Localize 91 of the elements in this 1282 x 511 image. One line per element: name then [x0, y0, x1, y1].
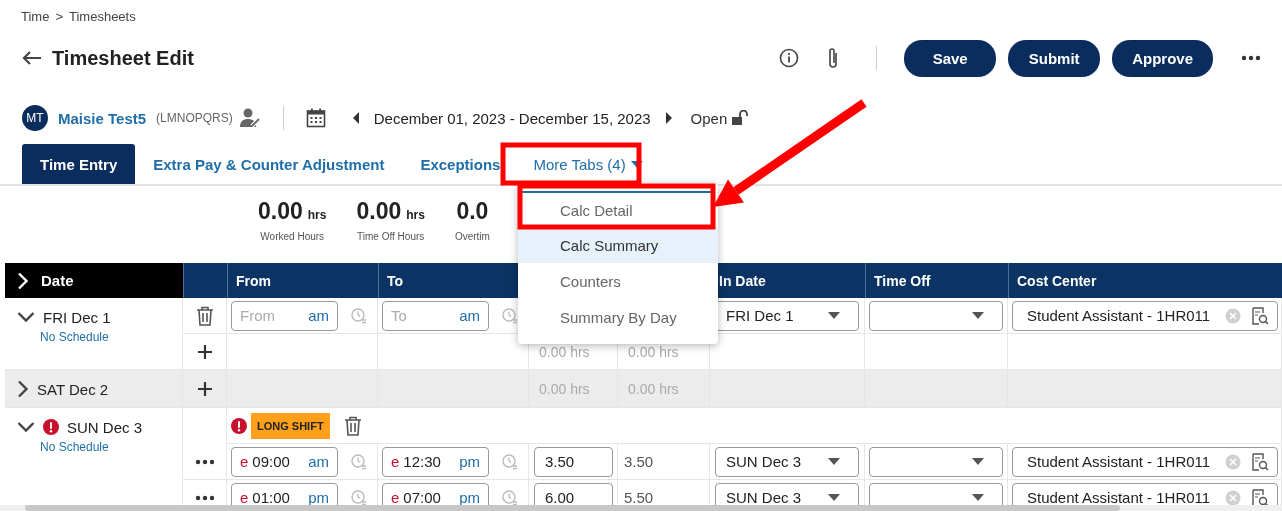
alert-icon — [231, 417, 247, 434]
avatar: MT — [22, 105, 48, 131]
meridiem-toggle[interactable]: pm — [459, 489, 480, 506]
date-select[interactable]: SUN Dec 3 — [715, 446, 859, 477]
more-icon[interactable] — [194, 494, 215, 501]
employee-code: (LMNOPQRS) — [156, 111, 233, 125]
expand-all-icon[interactable] — [17, 271, 29, 290]
caret-icon — [972, 458, 984, 465]
total-label: Time Off Hours — [357, 231, 425, 242]
calendar-icon[interactable] — [305, 108, 326, 128]
breadcrumb-link[interactable]: Time — [21, 8, 50, 24]
menu-item[interactable]: Counters — [518, 263, 718, 299]
caret-icon — [972, 312, 984, 319]
hours-total: 0.00 hrs — [538, 343, 590, 360]
lookup-icon[interactable] — [1251, 452, 1269, 471]
caret-icon — [828, 312, 840, 319]
trash-icon[interactable] — [343, 415, 362, 436]
chevron-right-icon[interactable] — [17, 380, 29, 398]
tab[interactable]: Time Entry — [22, 144, 136, 184]
time-field[interactable]: To am — [382, 300, 489, 331]
tab[interactable]: Extra Pay & Counter Adjustment — [135, 144, 403, 184]
column-header: Cost Center — [1017, 272, 1097, 289]
time-field[interactable]: e 12:30 pm — [382, 446, 489, 477]
time-field[interactable]: From am — [231, 300, 338, 331]
meridiem-toggle[interactable]: am — [308, 453, 329, 470]
paid-hours: 3.50 — [623, 453, 654, 470]
paid-hours: 5.50 — [623, 489, 654, 506]
status-label: Open — [690, 109, 728, 127]
pay-period: December 01, 2023 - December 15, 2023 — [373, 109, 651, 127]
total-label: Overtim — [454, 231, 490, 242]
paperclip-icon[interactable] — [827, 47, 840, 69]
meridiem-toggle[interactable]: am — [459, 307, 480, 324]
cost-center-field[interactable]: Student Assistant - 1HR011 — [1012, 446, 1278, 477]
person-link-icon[interactable] — [238, 107, 261, 129]
day-label: FRI Dec 1 — [43, 308, 111, 326]
column-header: To — [387, 272, 404, 289]
total-label: Worked Hours — [260, 231, 325, 242]
action-button[interactable]: Submit — [1008, 39, 1101, 77]
day-label: SUN Dec 3 — [67, 418, 143, 436]
date-select[interactable]: FRI Dec 1 — [715, 300, 859, 331]
cost-center-field[interactable]: Student Assistant - 1HR011 — [1012, 300, 1278, 331]
error-mark: e — [391, 453, 400, 470]
error-mark: e — [391, 489, 400, 506]
hours-field[interactable]: 3.50 — [534, 446, 613, 477]
breadcrumb-separator: > — [55, 8, 63, 24]
column-header[interactable]: Date — [5, 263, 183, 298]
chevron-down-icon[interactable] — [17, 421, 35, 433]
horizontal-scrollbar[interactable] — [0, 505, 1282, 511]
previous-period-icon[interactable] — [351, 112, 360, 124]
hours-total: 0.00 hrs — [627, 343, 679, 360]
unlocked-icon — [731, 110, 750, 126]
caret-icon — [972, 494, 984, 501]
info-icon[interactable] — [779, 48, 800, 68]
caret-icon — [828, 494, 840, 501]
lookup-icon[interactable] — [1251, 306, 1269, 325]
more-icon[interactable] — [1241, 55, 1261, 61]
page-title: Timesheet Edit — [52, 46, 195, 70]
employee-link[interactable]: Maisie Test5 — [58, 109, 147, 127]
action-button[interactable]: Approve — [1112, 39, 1213, 77]
action-button[interactable]: Save — [904, 39, 997, 77]
back-arrow-icon[interactable] — [22, 50, 42, 66]
more-icon[interactable] — [194, 458, 215, 465]
column-header: From — [236, 272, 271, 289]
caret-icon — [630, 160, 643, 168]
chevron-down-icon[interactable] — [17, 311, 35, 323]
meridiem-toggle[interactable]: pm — [308, 489, 329, 506]
column-header: In Date — [719, 272, 766, 289]
plus-icon[interactable] — [197, 344, 212, 359]
hours-total: 0.00 hrs — [538, 380, 590, 397]
caret-icon — [828, 458, 840, 465]
hours-total: 0.00 hrs — [627, 380, 679, 397]
plus-icon[interactable] — [197, 381, 212, 396]
schedule-link[interactable]: No Schedule — [40, 440, 182, 454]
lookup-icon[interactable] — [1251, 488, 1269, 507]
total-value: 0.00 hrs — [356, 198, 425, 225]
time-field[interactable]: e 09:00 am — [231, 446, 338, 477]
tab[interactable]: Exceptions — [402, 144, 519, 184]
warning-badge: LONG SHIFT — [251, 412, 330, 439]
error-mark: e — [240, 453, 249, 470]
trash-icon[interactable] — [195, 305, 214, 326]
total-value: 0.00 hrs — [258, 198, 327, 225]
column-header: Time Off — [874, 272, 931, 289]
breadcrumb-current: Timesheets — [69, 8, 136, 24]
total-value: 0.0 — [456, 198, 489, 225]
error-mark: e — [240, 489, 249, 506]
meridiem-toggle[interactable]: am — [308, 307, 329, 324]
meridiem-toggle[interactable]: pm — [459, 453, 480, 470]
schedule-link[interactable]: No Schedule — [40, 330, 182, 344]
next-period-icon[interactable] — [664, 112, 673, 124]
day-label: SAT Dec 2 — [37, 380, 109, 398]
menu-item[interactable]: Summary By Day — [518, 299, 718, 335]
